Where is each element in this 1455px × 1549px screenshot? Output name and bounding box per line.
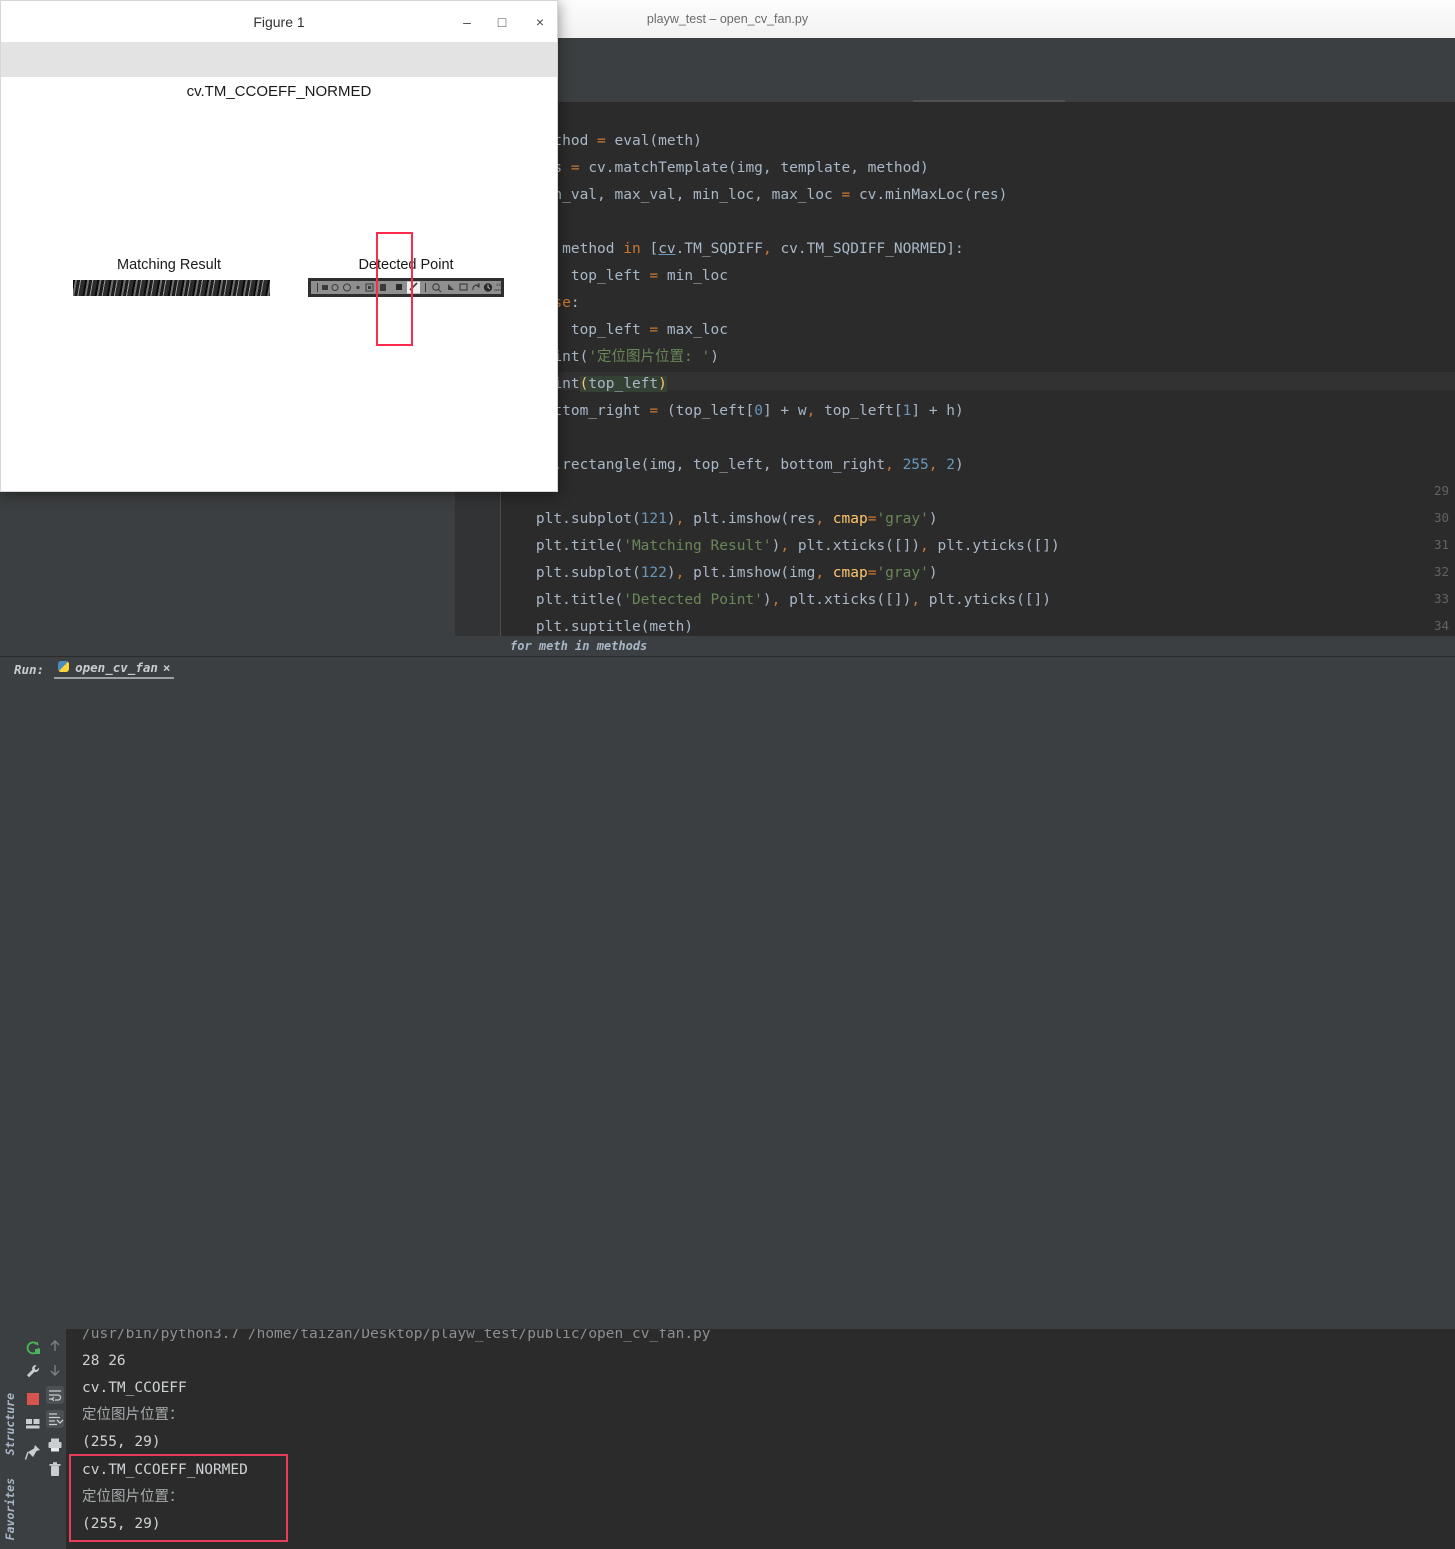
trash-icon[interactable]: [46, 1461, 64, 1479]
detected-point-annotation-box: [376, 232, 413, 346]
svg-text:13:50: 13:50: [496, 284, 504, 288]
python-file-icon: [58, 660, 70, 674]
sidebar-item-favorites[interactable]: Favorites: [3, 1478, 17, 1540]
scroll-up-icon[interactable]: [46, 1337, 64, 1355]
soft-wrap-icon[interactable]: [46, 1386, 64, 1404]
run-toolbar-secondary: [44, 1333, 66, 1549]
run-panel-header: Run: open_cv_fan ×: [0, 659, 175, 679]
settings-wrench-icon[interactable]: [24, 1363, 42, 1381]
layout-icon[interactable]: [24, 1415, 42, 1433]
run-tab-label: open_cv_fan: [75, 659, 158, 675]
maximize-button[interactable]: □: [491, 14, 513, 32]
code-editor[interactable]: 293031323334 method = eval(meth) res = c…: [455, 102, 1455, 642]
console-line: /usr/bin/python3.7 /home/taizan/Desktop/…: [82, 1329, 711, 1342]
scroll-to-end-icon[interactable]: [46, 1410, 64, 1428]
code-line: if method in [cv.TM_SQDIFF, cv.TM_SQDIFF…: [536, 241, 964, 257]
close-icon[interactable]: ×: [163, 660, 171, 675]
console-highlight-annotation: [69, 1454, 288, 1542]
matplotlib-figure-window[interactable]: Figure 1 – □ × cv.TM_CCOEFF_NORMED Match…: [0, 0, 558, 492]
code-line: plt.title('Detected Point'), plt.xticks(…: [501, 592, 1052, 608]
rerun-icon[interactable]: [24, 1339, 42, 1357]
stop-icon[interactable]: [24, 1390, 42, 1408]
console-line: (255, 29): [82, 1434, 161, 1450]
pin-icon[interactable]: [24, 1443, 42, 1461]
scroll-down-icon[interactable]: [46, 1361, 64, 1379]
console-line: 28 26: [82, 1353, 126, 1369]
run-tab-open-cv-fan[interactable]: open_cv_fan ×: [54, 659, 175, 679]
console-line: 定位图片位置：: [82, 1407, 184, 1423]
matplotlib-toolbar: [1, 42, 557, 111]
code-line: res = cv.matchTemplate(img, template, me…: [536, 160, 929, 176]
figure-suptitle: cv.TM_CCOEFF_NORMED: [186, 83, 372, 100]
code-line: min_val, max_val, min_loc, max_loc = cv.…: [501, 187, 1008, 203]
close-button[interactable]: ×: [529, 14, 551, 32]
code-text-area[interactable]: method = eval(meth) res = cv.matchTempla…: [501, 102, 1455, 642]
breadcrumb[interactable]: for meth in methods: [455, 636, 1455, 656]
matching-result-image: [73, 280, 270, 296]
minimize-button[interactable]: –: [456, 14, 478, 32]
code-line: plt.suptitle(meth): [501, 619, 694, 635]
code-line: plt.subplot(122), plt.imshow(img, cmap='…: [501, 565, 938, 581]
sidebar-item-structure[interactable]: Structure: [3, 1393, 17, 1455]
run-tool-window: Run: open_cv_fan × /usr/bin/python3.7 /h…: [0, 656, 1455, 1549]
figure-title-bar: Figure 1 – □ ×: [1, 1, 557, 42]
run-label: Run:: [14, 661, 45, 677]
svg-text:2021/12/9: 2021/12/9: [494, 288, 504, 292]
tool-window-rail: Structure Favorites: [0, 1313, 22, 1549]
code-line: plt.title('Matching Result'), plt.xticks…: [501, 538, 1060, 554]
console-line: cv.TM_CCOEFF: [82, 1380, 187, 1396]
code-line: cv.rectangle(img, top_left, bottom_right…: [501, 457, 964, 473]
run-toolbar-primary: [22, 1333, 44, 1549]
figure-canvas[interactable]: cv.TM_CCOEFF_NORMED Matching Result Dete…: [1, 77, 557, 491]
code-line: plt.subplot(121), plt.imshow(res, cmap='…: [501, 511, 938, 527]
subplot-title-matching-result: Matching Result: [117, 257, 221, 273]
run-console-output[interactable]: /usr/bin/python3.7 /home/taizan/Desktop/…: [66, 1329, 1455, 1549]
code-line: bottom_right = (top_left[0] + w, top_lef…: [501, 403, 964, 419]
print-icon[interactable]: [46, 1436, 64, 1454]
